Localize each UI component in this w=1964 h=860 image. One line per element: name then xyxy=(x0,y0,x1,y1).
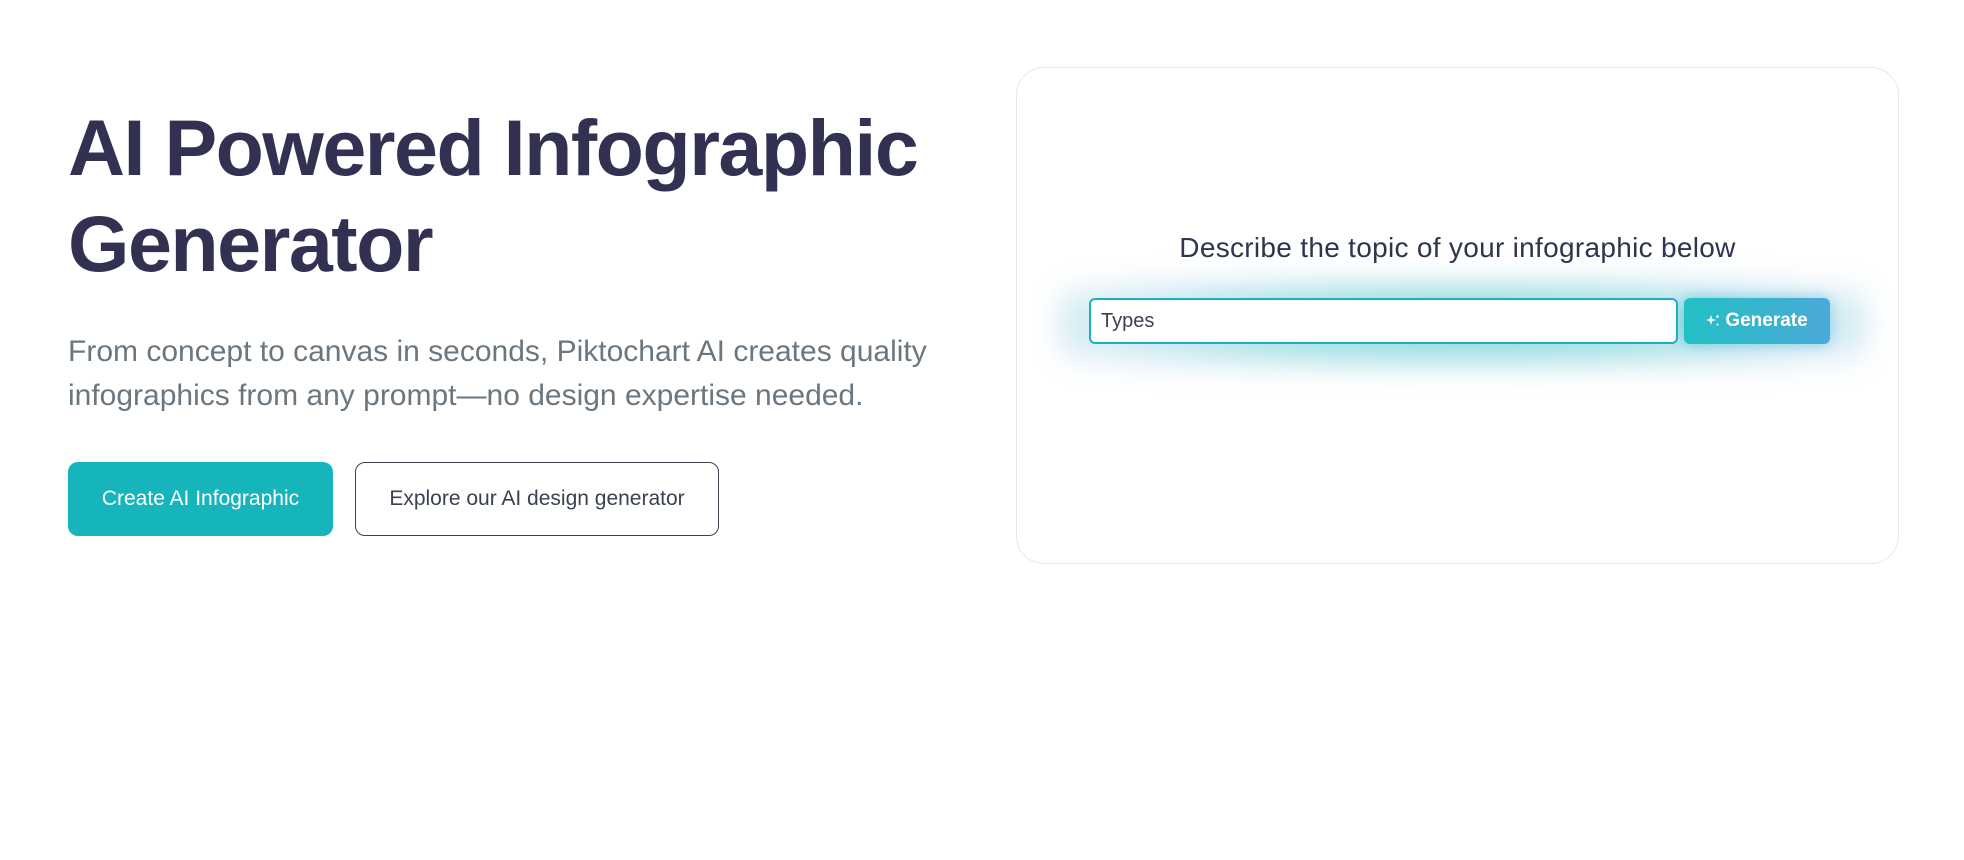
sparkle-icon xyxy=(1706,314,1720,328)
create-ai-infographic-button[interactable]: Create AI Infographic xyxy=(68,462,333,536)
generate-button[interactable]: Generate xyxy=(1684,298,1830,344)
generator-prompt-label: Describe the topic of your infographic b… xyxy=(1179,232,1736,263)
topic-input[interactable] xyxy=(1089,298,1678,344)
explore-ai-design-generator-button[interactable]: Explore our AI design generator xyxy=(355,462,719,536)
hero-section: AI Powered Infographic Generator From co… xyxy=(68,100,988,536)
cta-row: Create AI Infographic Explore our AI des… xyxy=(68,462,988,536)
generator-row: Generate xyxy=(1089,298,1830,348)
page: AI Powered Infographic Generator From co… xyxy=(0,0,1964,860)
page-title: AI Powered Infographic Generator xyxy=(68,103,919,288)
hero-subtitle: From concept to canvas in seconds, Pikto… xyxy=(68,335,927,412)
generate-button-label: Generate xyxy=(1725,310,1808,331)
generator-panel: Describe the topic of your infographic b… xyxy=(1016,67,1899,564)
